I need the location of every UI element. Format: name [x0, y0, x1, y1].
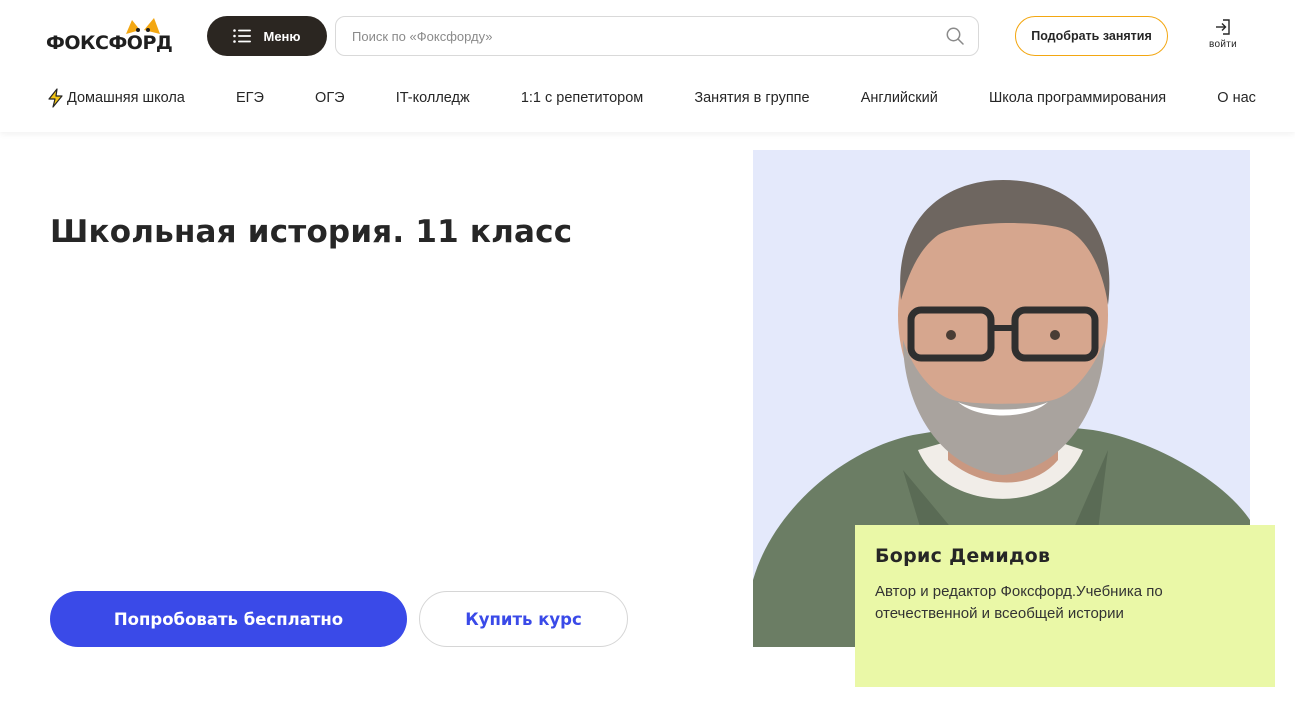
page-title: Школьная история. 11 класс [50, 214, 573, 250]
nav-item-tutor[interactable]: 1:1 с репетитором [521, 90, 643, 106]
logo-text: ФОКСФОРД [46, 32, 173, 54]
search-input[interactable] [352, 28, 946, 44]
try-free-button[interactable]: Попробовать бесплатно [50, 591, 407, 647]
author-description: Автор и редактор Фоксфорд.Учебника по от… [875, 583, 1163, 622]
nav-item-ege[interactable]: ЕГЭ [236, 90, 264, 106]
nav-item-oge[interactable]: ОГЭ [315, 90, 345, 106]
nav-item-english[interactable]: Английский [861, 90, 938, 106]
lightning-icon [46, 88, 66, 108]
foxford-logo[interactable]: ФОКСФОРД [46, 18, 186, 56]
nav-item-group-classes[interactable]: Занятия в группе [694, 90, 809, 106]
nav-item-programming-school[interactable]: Школа программирования [989, 90, 1166, 106]
nav-item-it-college[interactable]: IT-колледж [396, 90, 470, 106]
nav-item-about[interactable]: О нас [1217, 90, 1256, 106]
author-name: Борис Демидов [875, 545, 1051, 567]
login-icon [1216, 19, 1230, 35]
list-icon [233, 29, 252, 43]
buy-course-button[interactable]: Купить курс [419, 591, 628, 647]
search-bar[interactable] [335, 16, 979, 56]
main-nav: Домашняя школа ЕГЭ ОГЭ IT-колледж 1:1 с … [46, 86, 1256, 110]
nav-item-home-school[interactable]: Домашняя школа [46, 88, 185, 108]
login-label: войти [1208, 39, 1237, 50]
login-button[interactable]: войти [1200, 18, 1246, 58]
nav-item-label: Домашняя школа [67, 90, 185, 106]
author-card: Борис Демидов Автор и редактор Фоксфорд.… [855, 525, 1275, 687]
site-header: ФОКСФОРД Меню Подобрать занятия войти [0, 0, 1295, 132]
pick-classes-button[interactable]: Подобрать занятия [1015, 16, 1168, 56]
search-icon[interactable] [946, 27, 964, 45]
menu-label: Меню [263, 28, 301, 44]
menu-button[interactable]: Меню [207, 16, 327, 56]
